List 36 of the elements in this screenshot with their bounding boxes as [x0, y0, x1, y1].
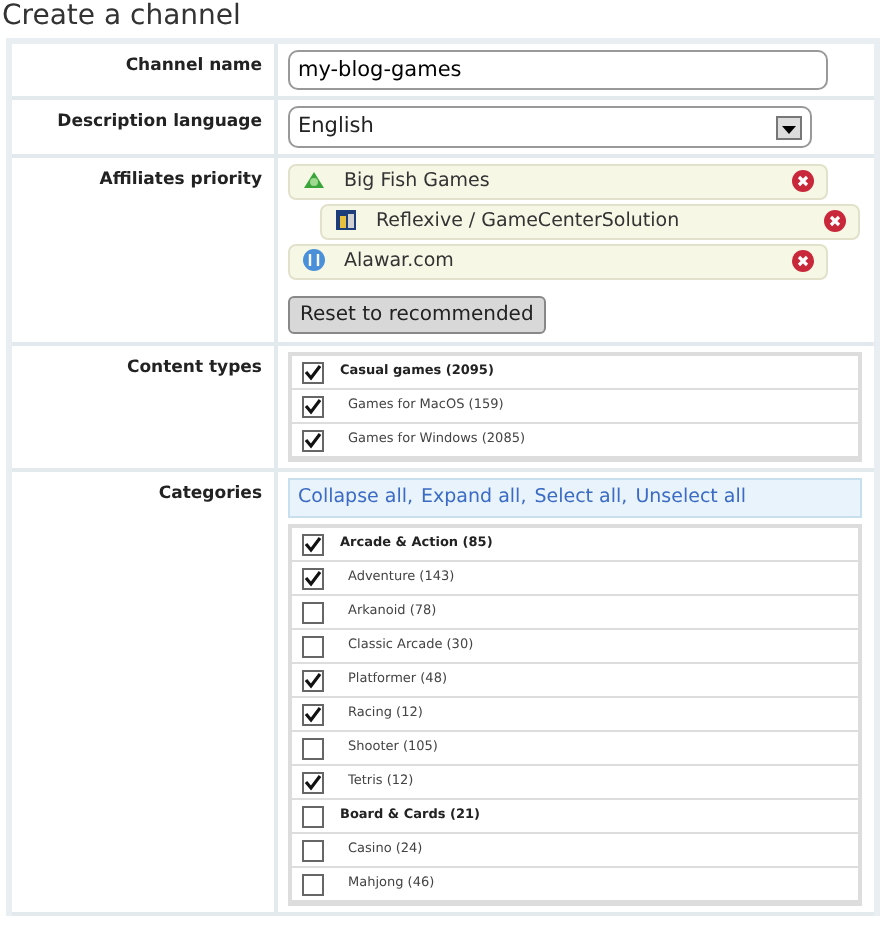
checkbox[interactable] [302, 805, 324, 827]
field-label: Categories [158, 484, 262, 504]
language-dropdown[interactable]: English [288, 106, 812, 148]
checkbox[interactable] [302, 635, 324, 657]
checkbox[interactable] [302, 737, 324, 759]
field-label: Description language [57, 112, 262, 132]
checkbox[interactable] [302, 873, 324, 895]
link[interactable]: Select all [534, 483, 622, 513]
checkbox[interactable] [302, 839, 324, 861]
affiliate-item[interactable]: Reflexive / GameCenterSolution [320, 204, 860, 240]
field-label: Content types [126, 358, 262, 378]
affiliate-item[interactable]: Big Fish Games [288, 164, 828, 200]
affiliate-item[interactable]: Alawar.com [288, 244, 828, 280]
checkbox[interactable] [302, 429, 324, 451]
checkbox[interactable] [302, 601, 324, 623]
link-separator: , [520, 483, 527, 512]
text-field[interactable]: my-blog-games [288, 50, 828, 90]
field-label: Channel name [125, 56, 262, 76]
remove-icon[interactable] [792, 167, 814, 197]
link[interactable]: Unselect all [635, 483, 747, 513]
link[interactable]: Expand all [421, 483, 521, 513]
link-separator: , [407, 483, 414, 512]
checkbox[interactable] [302, 703, 324, 725]
reset-button[interactable]: Reset to recommended [288, 296, 546, 334]
checkbox[interactable] [302, 395, 324, 417]
remove-icon[interactable] [824, 207, 846, 237]
link-separator: , [621, 483, 628, 512]
checkbox[interactable] [302, 533, 324, 555]
field-label: Affiliates priority [99, 170, 262, 190]
page-title: Create a channel [2, 0, 243, 34]
checkbox[interactable] [302, 361, 324, 383]
checkbox[interactable] [302, 771, 324, 793]
remove-icon[interactable] [792, 247, 814, 277]
checkbox[interactable] [302, 669, 324, 691]
checkbox[interactable] [302, 567, 324, 589]
link[interactable]: Collapse all [298, 483, 407, 513]
